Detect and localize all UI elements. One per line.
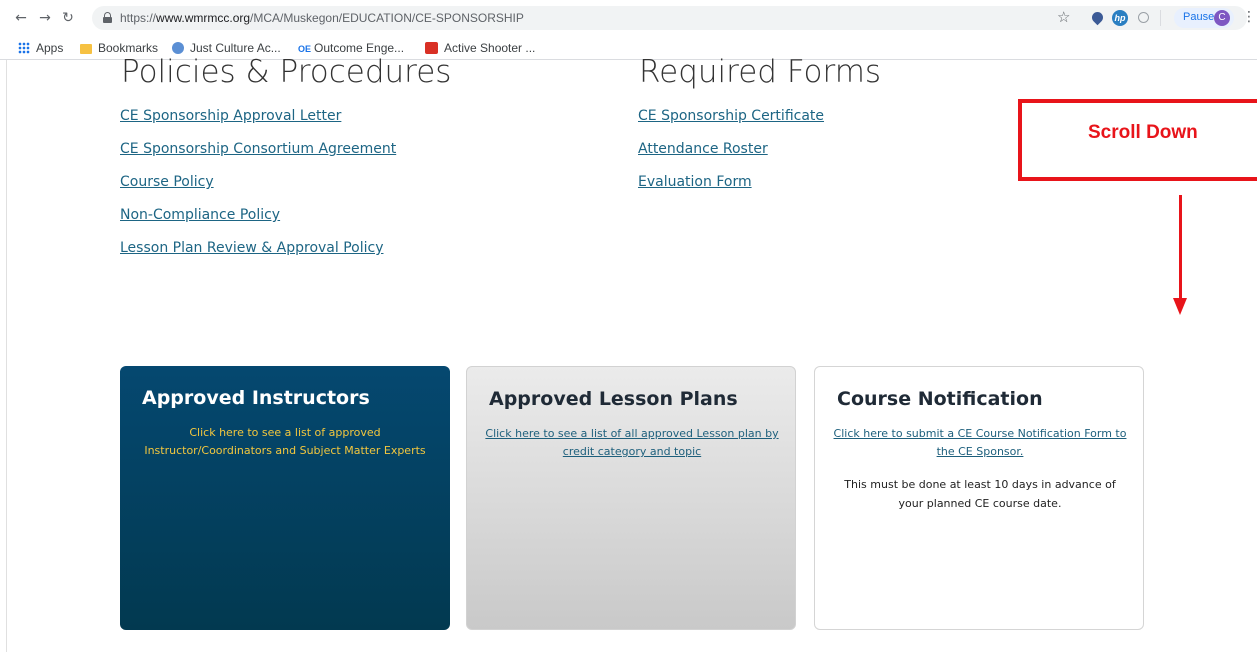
down-arrow-shaft xyxy=(1179,195,1182,299)
url-text[interactable]: https://www.wmrmcc.org/MCA/Muskegon/EDUC… xyxy=(120,10,524,26)
profile-paused-button[interactable]: Paused C xyxy=(1174,8,1234,28)
link-course-policy[interactable]: Course Policy xyxy=(120,173,214,191)
card-title: Course Notification xyxy=(837,388,1043,410)
back-icon[interactable]: ← xyxy=(13,9,29,27)
extension-hp-icon[interactable]: hp xyxy=(1112,10,1128,26)
down-arrow-icon xyxy=(1173,298,1187,315)
card-note: This must be done at least 10 days in ad… xyxy=(844,478,1116,510)
extension-shield-icon[interactable] xyxy=(1089,9,1106,26)
policies-heading: Policies & Procedures xyxy=(121,54,452,90)
link-sponsorship-certificate[interactable]: CE Sponsorship Certificate xyxy=(638,107,824,125)
card-link[interactable]: Click here to see a list of approved Ins… xyxy=(132,424,438,460)
card-link[interactable]: Click here to submit a CE Course Notific… xyxy=(827,425,1133,461)
forms-heading: Required Forms xyxy=(639,54,882,90)
avatar: C xyxy=(1214,10,1230,26)
page-edge xyxy=(6,60,7,652)
link-attendance-roster[interactable]: Attendance Roster xyxy=(638,140,768,158)
card-course-notification[interactable]: Course Notification Click here to submit… xyxy=(814,366,1144,630)
scroll-callout-text: Scroll Down xyxy=(1088,122,1198,143)
apps-icon xyxy=(18,42,30,54)
link-consortium-agreement[interactable]: CE Sponsorship Consortium Agreement xyxy=(120,140,396,158)
address-bar[interactable]: https://www.wmrmcc.org/MCA/Muskegon/EDUC… xyxy=(92,6,1256,30)
card-approved-instructors[interactable]: Approved Instructors Click here to see a… xyxy=(120,366,450,630)
card-approved-lesson-plans[interactable]: Approved Lesson Plans Click here to see … xyxy=(466,366,796,630)
bookmark-star-icon[interactable]: ☆ xyxy=(1057,8,1070,26)
extension-circle-icon[interactable] xyxy=(1138,12,1149,23)
forward-icon[interactable]: → xyxy=(37,9,53,27)
card-title: Approved Instructors xyxy=(142,387,370,409)
card-title: Approved Lesson Plans xyxy=(489,388,738,410)
lock-icon[interactable] xyxy=(103,12,112,23)
card-link[interactable]: Click here to see a list of all approved… xyxy=(479,425,785,461)
browser-toolbar: ← → ↻ https://www.wmrmcc.org/MCA/Muskego… xyxy=(0,0,1257,36)
browser-menu-icon[interactable]: ⋮ xyxy=(1242,9,1256,25)
link-non-compliance-policy[interactable]: Non-Compliance Policy xyxy=(120,206,280,224)
link-approval-letter[interactable]: CE Sponsorship Approval Letter xyxy=(120,107,341,125)
bookmark-apps[interactable]: Apps xyxy=(18,40,63,56)
toolbar-divider xyxy=(1160,10,1161,26)
link-evaluation-form[interactable]: Evaluation Form xyxy=(638,173,752,191)
folder-icon xyxy=(80,44,92,54)
reload-icon[interactable]: ↻ xyxy=(60,9,76,27)
link-lesson-plan-review[interactable]: Lesson Plan Review & Approval Policy xyxy=(120,239,383,257)
